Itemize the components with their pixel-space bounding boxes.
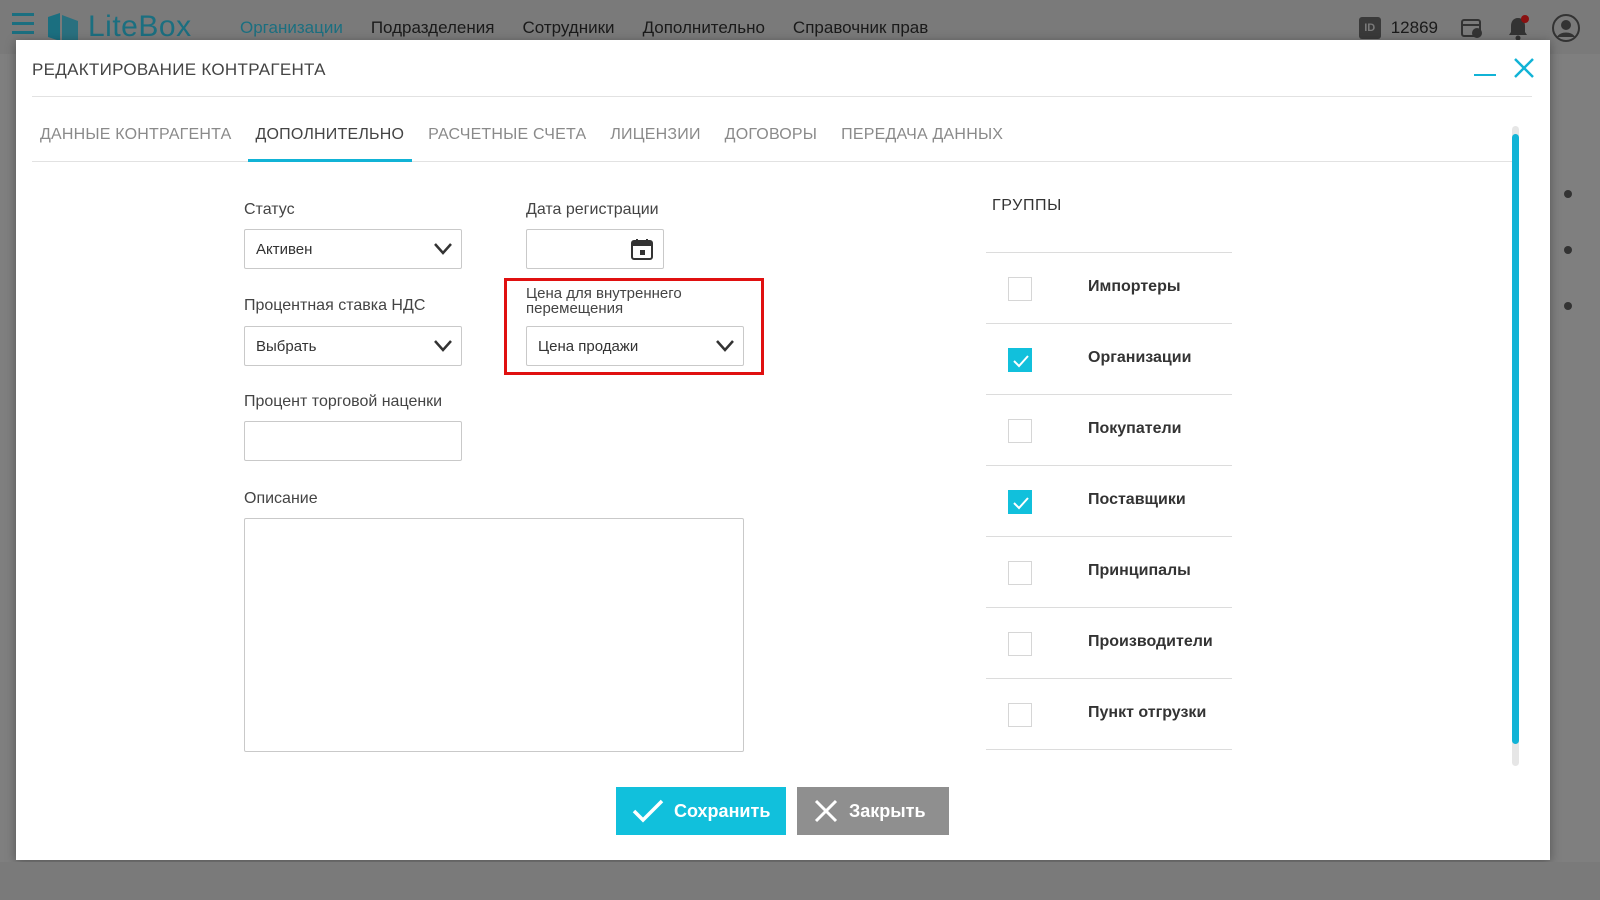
id-badge-icon: ID [1358,17,1381,39]
nav-item-divisions[interactable]: Подразделения [371,18,495,38]
user-avatar-icon[interactable] [1552,14,1580,42]
vertical-scrollbar[interactable] [1512,126,1519,766]
group-label: Производители [1088,633,1213,650]
group-checkbox-suppliers[interactable] [1008,490,1032,514]
nav-item-additional[interactable]: Дополнительно [643,18,765,38]
group-row-shipping-point[interactable]: Пункт отгрузки [986,679,1232,750]
markup-percent-label: Процент торговой наценки [244,393,443,410]
groups-title: ГРУППЫ [992,197,1062,214]
registration-date-label: Дата регистрации [526,201,659,218]
group-row-manufacturers[interactable]: Производители [986,608,1232,679]
header-tools: ID 12869 [1358,14,1580,42]
status-select-value: Активен [256,241,313,258]
save-button[interactable]: Сохранить [616,787,786,835]
nav-item-rights-directory[interactable]: Справочник прав [793,18,928,38]
notifications-bell-icon[interactable] [1506,15,1530,41]
internal-price-select-value: Цена продажи [538,338,639,355]
group-checkbox-buyers[interactable] [1008,419,1032,443]
description-textarea[interactable] [244,518,744,752]
tab-additional[interactable]: ДОПОЛНИТЕЛЬНО [247,120,413,162]
group-row-suppliers[interactable]: Поставщики [986,466,1232,537]
markup-percent-input[interactable] [244,421,462,461]
close-icon[interactable] [1512,56,1536,80]
group-checkbox-manufacturers[interactable] [1008,632,1032,656]
group-checkbox-organizations[interactable] [1008,348,1032,372]
internal-price-select[interactable]: Цена продажи [526,326,744,366]
group-checkbox-shipping-point[interactable] [1008,703,1032,727]
group-checkbox-principals[interactable] [1008,561,1032,585]
app-logo-text: LiteBox [88,10,192,43]
registration-date-field[interactable] [526,229,664,269]
title-divider [32,96,1532,97]
group-label: Принципалы [1088,562,1191,579]
internal-price-label: Цена для внутреннего перемещения [526,285,682,317]
tab-data-transfer[interactable]: ПЕРЕДАЧА ДАННЫХ [833,120,1011,162]
status-label: Статус [244,201,295,218]
groups-list: Импортеры Организации Покупатели Поставщ… [986,252,1232,750]
checkmark-icon [1013,355,1029,368]
checkmark-icon [1013,497,1029,510]
group-label: Организации [1088,349,1192,366]
app-logo[interactable]: LiteBox [46,10,192,44]
top-navigation: Организации Подразделения Сотрудники Доп… [240,18,928,38]
tab-contracts[interactable]: ДОГОВОРЫ [717,120,826,162]
vat-rate-select-value: Выбрать [256,338,317,355]
edit-counterparty-dialog: РЕДАКТИРОВАНИЕ КОНТРАГЕНТА ДАННЫЕ КОНТРА… [16,40,1550,860]
check-icon [632,799,664,823]
tab-licenses[interactable]: ЛИЦЕНЗИИ [602,120,708,162]
group-row-organizations[interactable]: Организации [986,324,1232,395]
close-button-label: Закрыть [849,800,926,821]
group-row-importers[interactable]: Импортеры [986,253,1232,324]
menu-icon[interactable] [12,13,34,37]
vat-rate-label: Процентная ставка НДС [244,297,426,314]
scrollbar-thumb[interactable] [1512,134,1519,744]
group-checkbox-importers[interactable] [1008,277,1032,301]
close-button[interactable]: Закрыть [797,787,949,835]
group-label: Импортеры [1088,278,1181,295]
group-label: Покупатели [1088,420,1182,437]
app-footer [0,862,1600,900]
minimize-icon[interactable] [1472,54,1498,80]
nav-item-employees[interactable]: Сотрудники [522,18,614,38]
dialog-tabs: ДАННЫЕ КОНТРАГЕНТА ДОПОЛНИТЕЛЬНО РАСЧЕТН… [32,120,1516,162]
chevron-down-icon [434,340,452,352]
group-row-buyers[interactable]: Покупатели [986,395,1232,466]
vat-rate-select[interactable]: Выбрать [244,326,462,366]
group-label: Поставщики [1088,491,1186,508]
group-label: Пункт отгрузки [1088,704,1207,721]
group-row-principals[interactable]: Принципалы [986,537,1232,608]
chevron-down-icon [434,243,452,255]
calendar-settings-icon[interactable] [1460,16,1484,40]
chevron-down-icon [716,340,734,352]
tab-counterparty-data[interactable]: ДАННЫЕ КОНТРАГЕНТА [32,120,240,162]
nav-item-organizations[interactable]: Организации [240,18,343,38]
account-id-value: 12869 [1390,18,1438,37]
calendar-icon[interactable] [631,238,653,260]
description-label: Описание [244,490,318,507]
status-select[interactable]: Активен [244,229,462,269]
tab-bank-accounts[interactable]: РАСЧЕТНЫЕ СЧЕТА [420,120,594,162]
litebox-logo-icon [48,13,78,41]
save-button-label: Сохранить [674,800,771,821]
close-x-icon [814,799,838,823]
background-list-dots [1550,150,1600,340]
account-id: ID 12869 [1358,17,1438,39]
dialog-title: РЕДАКТИРОВАНИЕ КОНТРАГЕНТА [32,60,326,79]
